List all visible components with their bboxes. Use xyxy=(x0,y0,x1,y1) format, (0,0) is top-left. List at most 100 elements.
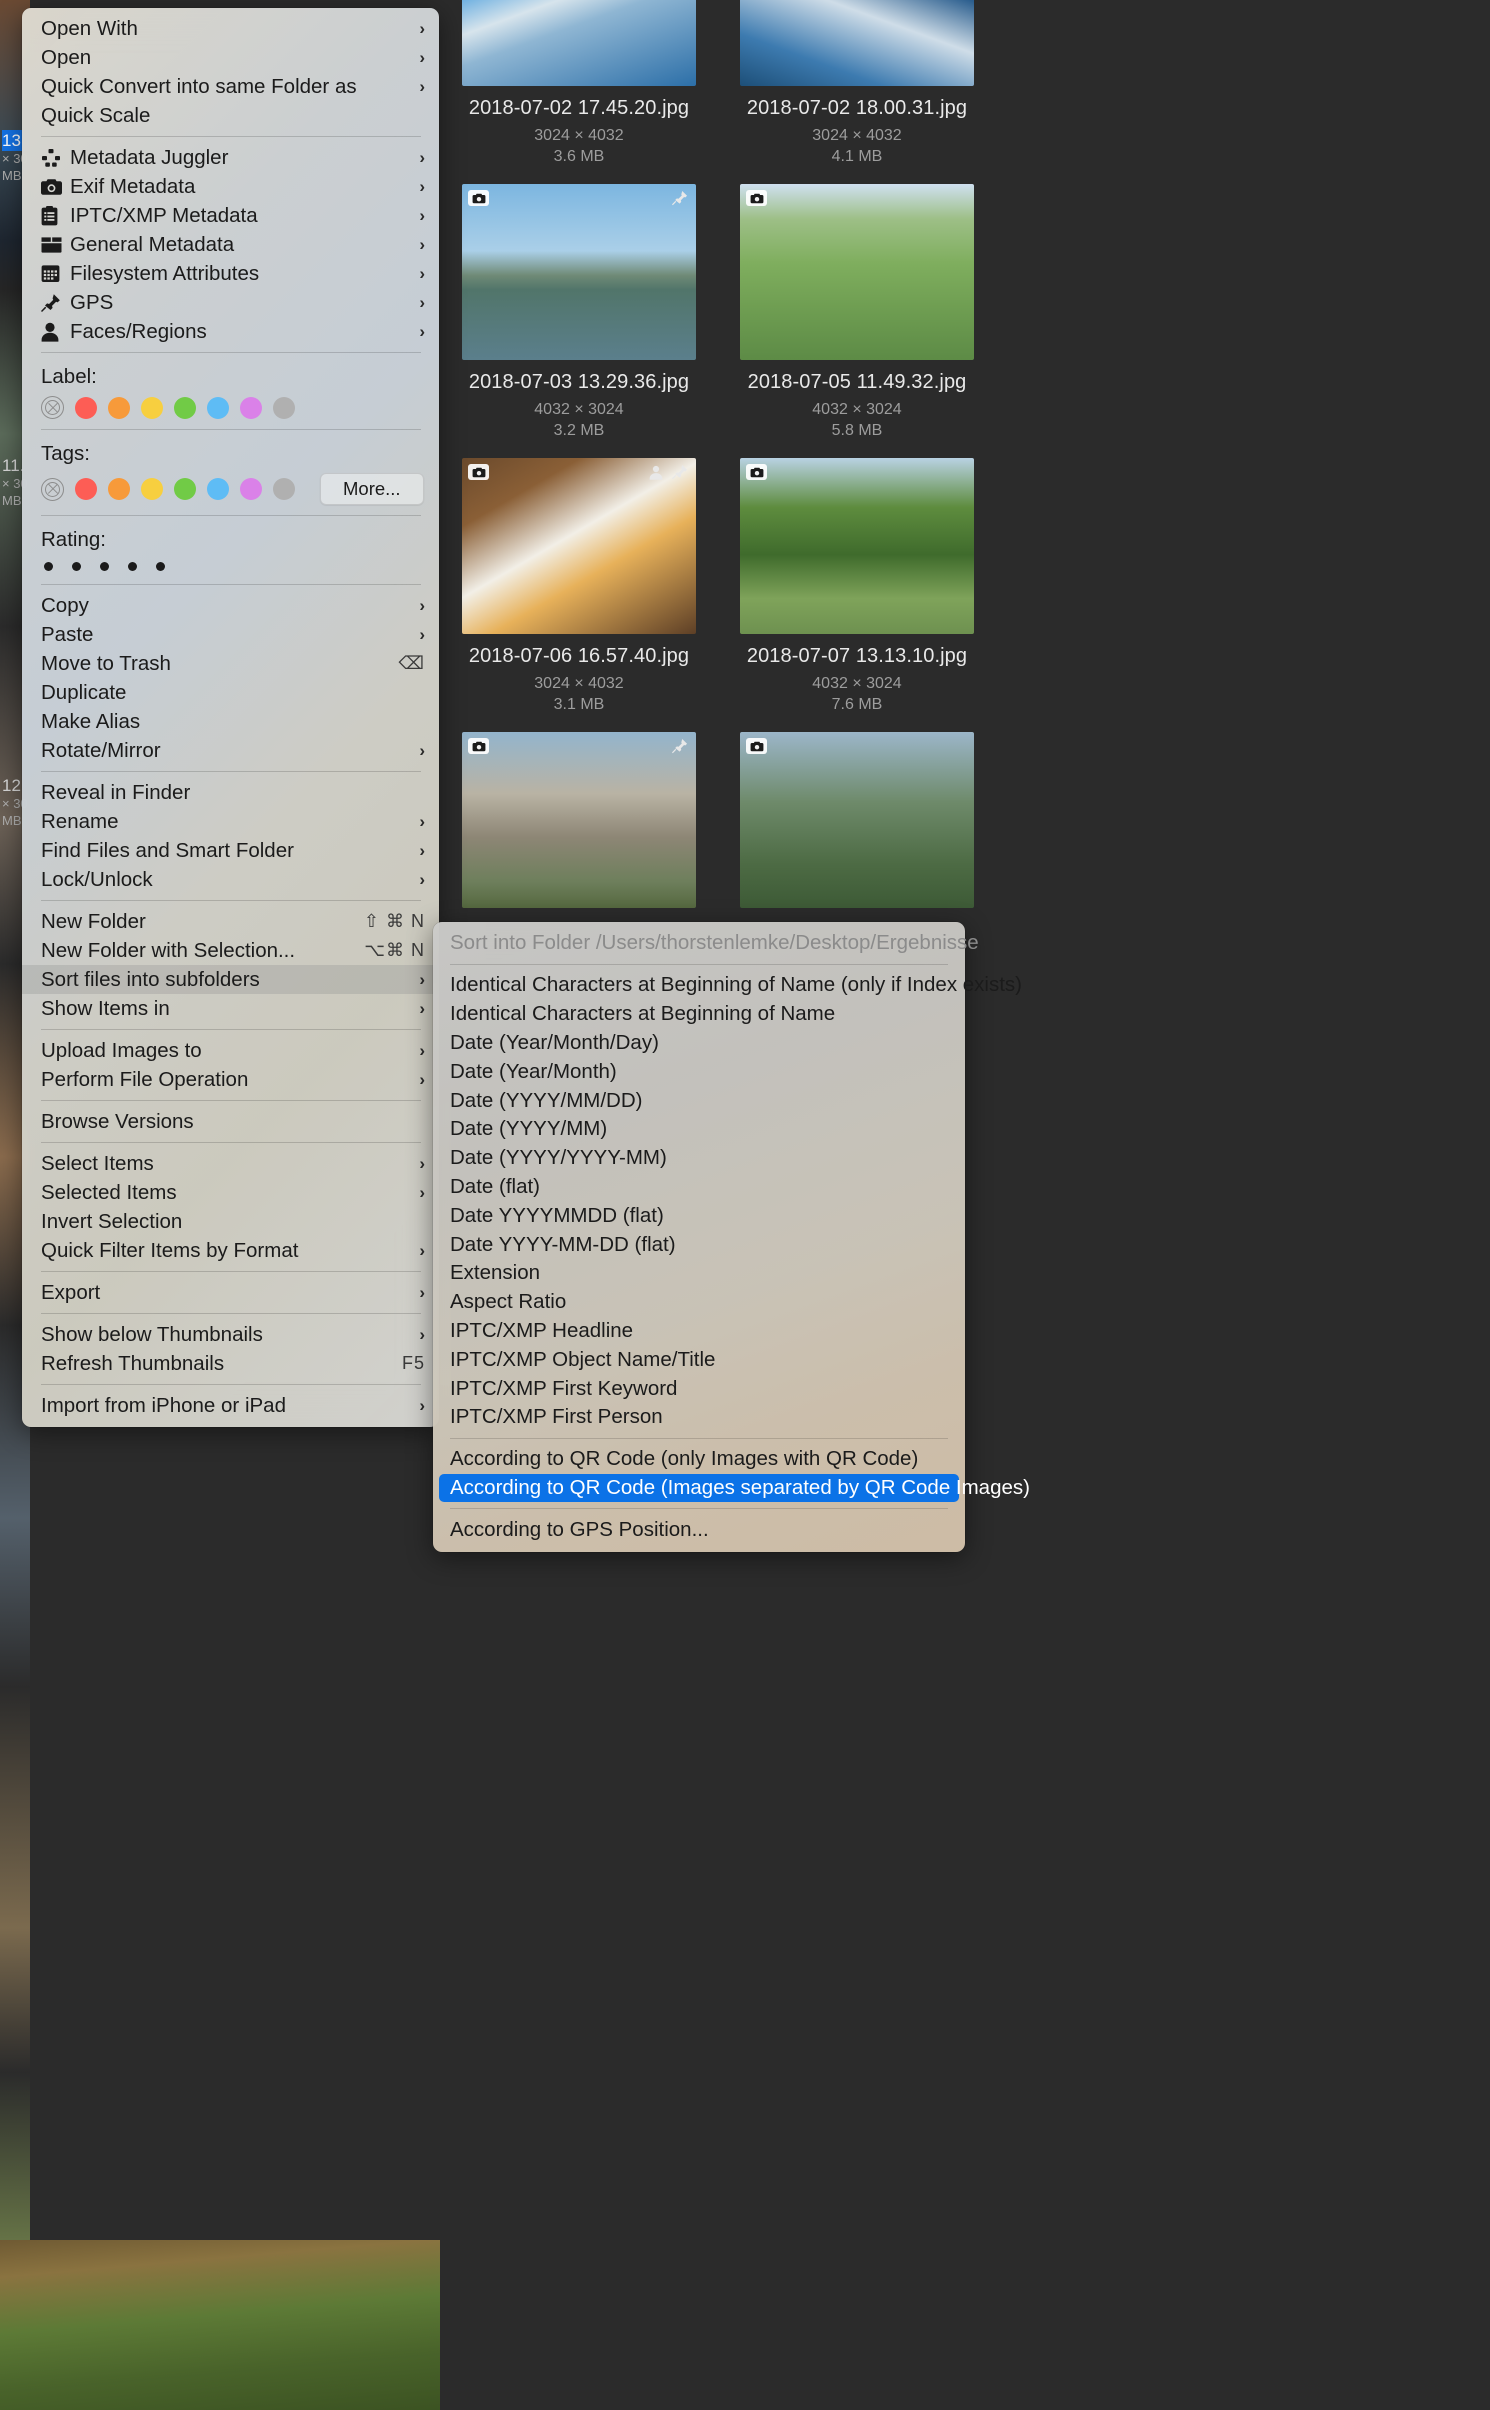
menu-item-duplicate[interactable]: Duplicate xyxy=(22,678,439,707)
thumbnail-image[interactable] xyxy=(462,0,696,86)
thumbnail-item[interactable]: 2018-07-07 13.13.10.jpg 4032 × 3024 7.6 … xyxy=(718,458,996,722)
menu-item-lock-unlock[interactable]: Lock/Unlock › xyxy=(22,865,439,894)
label-color-swatch[interactable] xyxy=(273,396,295,419)
thumbnail-image[interactable] xyxy=(740,0,974,86)
menu-item-perform-file-operation[interactable]: Perform File Operation › xyxy=(22,1065,439,1094)
menu-item-open-with[interactable]: Open With › xyxy=(22,14,439,43)
tags-color-swatch[interactable] xyxy=(75,478,97,500)
label-swatch-row[interactable] xyxy=(22,391,439,423)
menu-item-new-folder-with-selection[interactable]: New Folder with Selection... ⌥⌘ N xyxy=(22,936,439,965)
label-color-swatch[interactable] xyxy=(207,396,229,419)
menu-item-quick-scale[interactable]: Quick Scale xyxy=(22,101,439,130)
rating-row[interactable] xyxy=(22,554,439,578)
sort-into-subfolders-submenu[interactable]: Sort into Folder /Users/thorstenlemke/De… xyxy=(433,922,1030,1553)
submenu-item-iptc-xmp-headline[interactable]: IPTC/XMP Headline xyxy=(433,1317,965,1346)
submenu-item-iptc-xmp-first-keyword[interactable]: IPTC/XMP First Keyword xyxy=(433,1374,965,1403)
tags-color-swatch[interactable] xyxy=(207,478,229,500)
menu-item-show-below-thumbnails[interactable]: Show below Thumbnails › xyxy=(22,1320,439,1349)
menu-item-copy[interactable]: Copy › xyxy=(22,591,439,620)
menu-item-refresh-thumbnails[interactable]: Refresh Thumbnails F5 xyxy=(22,1349,439,1378)
submenu-item-extension[interactable]: Extension xyxy=(433,1259,965,1288)
label-color-swatch[interactable] xyxy=(174,396,196,419)
menu-item-show-items-in[interactable]: Show Items in › xyxy=(22,994,439,1023)
menu-item-new-folder[interactable]: New Folder ⇧ ⌘ N xyxy=(22,907,439,936)
menu-item-make-alias[interactable]: Make Alias xyxy=(22,707,439,736)
thumbnail-item[interactable]: 2018-07-06 16.57.40.jpg 3024 × 4032 3.1 … xyxy=(440,458,718,722)
thumbnail-image[interactable] xyxy=(740,732,974,908)
submenu-item-according-to-qr-code-images-separated-by-qr-code-images[interactable]: According to QR Code (Images separated b… xyxy=(439,1473,1030,1503)
context-menu[interactable]: Open With › Open › Quick Convert into same… xyxy=(22,8,439,1427)
menu-item-filesystem-attributes[interactable]: Filesystem Attributes › xyxy=(22,259,439,288)
submenu-item-date-year-month[interactable]: Date (Year/Month) xyxy=(433,1057,965,1086)
menu-item-quick-filter-items-by-format[interactable]: Quick Filter Items by Format › xyxy=(22,1236,439,1265)
thumbnail-image[interactable] xyxy=(462,732,696,908)
thumbnail-item[interactable] xyxy=(440,732,718,927)
menu-item-upload-images-to[interactable]: Upload Images to › xyxy=(22,1036,439,1065)
thumbnail-filesize: 3.2 MB xyxy=(553,422,605,439)
submenu-item-identical-characters-at-beginning-of-name-only-if-index-exists[interactable]: Identical Characters at Beginning of Nam… xyxy=(433,971,1022,1000)
rating-dot[interactable] xyxy=(156,562,165,571)
menu-item-paste[interactable]: Paste › xyxy=(22,620,439,649)
menu-item-iptc-xmp-metadata[interactable]: IPTC/XMP Metadata › xyxy=(22,201,439,230)
tags-color-swatch[interactable] xyxy=(273,478,295,500)
menu-item-export[interactable]: Export › xyxy=(22,1278,439,1307)
submenu-item-according-to-qr-code-only-images-with-qr-code[interactable]: According to QR Code (only Images with Q… xyxy=(433,1445,965,1474)
menu-item-open[interactable]: Open › xyxy=(22,43,439,72)
rating-dot[interactable] xyxy=(72,562,81,571)
tags-color-swatch[interactable] xyxy=(174,478,196,500)
menu-item-invert-selection[interactable]: Invert Selection xyxy=(22,1207,439,1236)
submenu-item-date-yyyy-yyyy-mm[interactable]: Date (YYYY/YYYY-MM) xyxy=(433,1144,965,1173)
menu-item-gps[interactable]: GPS › xyxy=(22,288,439,317)
submenu-item-date-yyyy-mm[interactable]: Date (YYYY/MM) xyxy=(433,1115,965,1144)
submenu-item-date-yyyymmdd-flat[interactable]: Date YYYYMMDD (flat) xyxy=(433,1201,965,1230)
menu-item-exif-metadata[interactable]: Exif Metadata › xyxy=(22,172,439,201)
label-color-swatch[interactable] xyxy=(240,396,262,419)
tags-clear-swatch[interactable] xyxy=(41,477,64,501)
submenu-item-identical-characters-at-beginning-of-name[interactable]: Identical Characters at Beginning of Nam… xyxy=(433,1000,965,1029)
thumbnail-item[interactable] xyxy=(718,732,996,927)
menu-item-rotate-mirror[interactable]: Rotate/Mirror › xyxy=(22,736,439,765)
thumbnail-image[interactable] xyxy=(740,184,974,360)
menu-item-browse-versions[interactable]: Browse Versions xyxy=(22,1107,439,1136)
menu-item-import-from-iphone-or-ipad[interactable]: Import from iPhone or iPad › xyxy=(22,1391,439,1420)
tags-more-button[interactable]: More... xyxy=(320,473,424,505)
tags-color-swatch[interactable] xyxy=(108,478,130,500)
thumbnail-item[interactable]: 2018-07-02 17.45.20.jpg 3024 × 4032 3.6 … xyxy=(440,0,718,174)
submenu-item-date-flat[interactable]: Date (flat) xyxy=(433,1173,965,1202)
menu-item-quick-convert-into-same-folder-as[interactable]: Quick Convert into same Folder as › xyxy=(22,72,439,101)
menu-item-selected-items[interactable]: Selected Items › xyxy=(22,1178,439,1207)
menu-item-find-files-and-smart-folder[interactable]: Find Files and Smart Folder › xyxy=(22,836,439,865)
menu-item-select-items[interactable]: Select Items › xyxy=(22,1149,439,1178)
thumbnail-item[interactable]: 2018-07-02 18.00.31.jpg 3024 × 4032 4.1 … xyxy=(718,0,996,174)
submenu-item-aspect-ratio[interactable]: Aspect Ratio xyxy=(433,1288,965,1317)
menu-item-metadata-juggler[interactable]: Metadata Juggler › xyxy=(22,143,439,172)
rating-dot[interactable] xyxy=(44,562,53,571)
menu-item-move-to-trash[interactable]: Move to Trash ⌫ xyxy=(22,649,439,678)
label-clear-swatch[interactable] xyxy=(41,396,64,419)
menu-item-rename[interactable]: Rename › xyxy=(22,807,439,836)
menu-item-general-metadata[interactable]: General Metadata › xyxy=(22,230,439,259)
menu-item-sort-files-into-subfolders[interactable]: Sort files into subfolders › xyxy=(22,965,439,994)
tags-color-swatch[interactable] xyxy=(141,478,163,500)
tags-swatch-row[interactable]: More... xyxy=(22,468,439,509)
menu-item-reveal-in-finder[interactable]: Reveal in Finder xyxy=(22,778,439,807)
thumbnail-image[interactable] xyxy=(462,184,696,360)
thumbnail-image[interactable] xyxy=(462,458,696,634)
menu-item-faces-regions[interactable]: Faces/Regions › xyxy=(22,317,439,346)
rating-dot[interactable] xyxy=(100,562,109,571)
thumbnail-grid[interactable]: 2018-07-02 17.45.20.jpg 3024 × 4032 3.6 … xyxy=(440,0,1490,937)
submenu-item-date-yyyy-mm-dd-flat[interactable]: Date YYYY-MM-DD (flat) xyxy=(433,1230,965,1259)
label-color-swatch[interactable] xyxy=(108,396,130,419)
label-color-swatch[interactable] xyxy=(75,396,97,419)
submenu-item-iptc-xmp-first-person[interactable]: IPTC/XMP First Person xyxy=(433,1403,965,1432)
submenu-item-iptc-xmp-object-name-title[interactable]: IPTC/XMP Object Name/Title xyxy=(433,1345,965,1374)
thumbnail-item[interactable]: 2018-07-03 13.29.36.jpg 4032 × 3024 3.2 … xyxy=(440,184,718,448)
submenu-item-according-to-gps-position[interactable]: According to GPS Position... xyxy=(433,1515,965,1544)
submenu-item-date-year-month-day[interactable]: Date (Year/Month/Day) xyxy=(433,1029,965,1058)
submenu-item-date-yyyy-mm-dd[interactable]: Date (YYYY/MM/DD) xyxy=(433,1086,965,1115)
label-color-swatch[interactable] xyxy=(141,396,163,419)
thumbnail-image[interactable] xyxy=(740,458,974,634)
thumbnail-item[interactable]: 2018-07-05 11.49.32.jpg 4032 × 3024 5.8 … xyxy=(718,184,996,448)
tags-color-swatch[interactable] xyxy=(240,478,262,500)
rating-dot[interactable] xyxy=(128,562,137,571)
